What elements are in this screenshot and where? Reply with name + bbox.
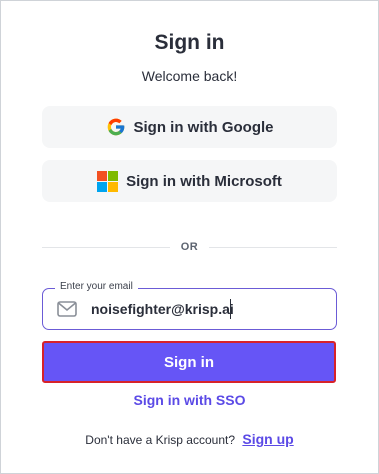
sso-signin-link[interactable]: Sign in with SSO — [1, 392, 378, 408]
email-value: noisefighter@krisp.ai — [91, 301, 234, 317]
signin-dialog: Sign in Welcome back! Sign in with Googl… — [0, 0, 379, 474]
text-cursor — [230, 299, 231, 319]
page-subtitle: Welcome back! — [141, 68, 238, 84]
signup-link[interactable]: Sign up — [242, 431, 293, 447]
microsoft-signin-button[interactable]: Sign in with Microsoft — [42, 160, 337, 202]
microsoft-icon — [97, 170, 119, 192]
signin-button-label: Sign in — [164, 353, 214, 371]
email-field[interactable]: noisefighter@krisp.ai — [42, 288, 337, 330]
microsoft-signin-label: Sign in with Microsoft — [126, 172, 282, 190]
google-signin-label: Sign in with Google — [133, 118, 274, 136]
google-icon — [107, 118, 124, 136]
signup-prompt-text: Don't have a Krisp account? — [85, 433, 236, 447]
signin-button[interactable]: Sign in — [42, 341, 336, 383]
divider-line-right — [209, 247, 337, 248]
email-field-label: Enter your email — [55, 281, 138, 292]
or-divider: OR — [42, 238, 337, 258]
page-title: Sign in — [154, 31, 225, 54]
mail-icon — [57, 301, 77, 317]
google-signin-button[interactable]: Sign in with Google — [42, 106, 337, 148]
signup-prompt: Don't have a Krisp account? Sign up — [1, 431, 378, 447]
